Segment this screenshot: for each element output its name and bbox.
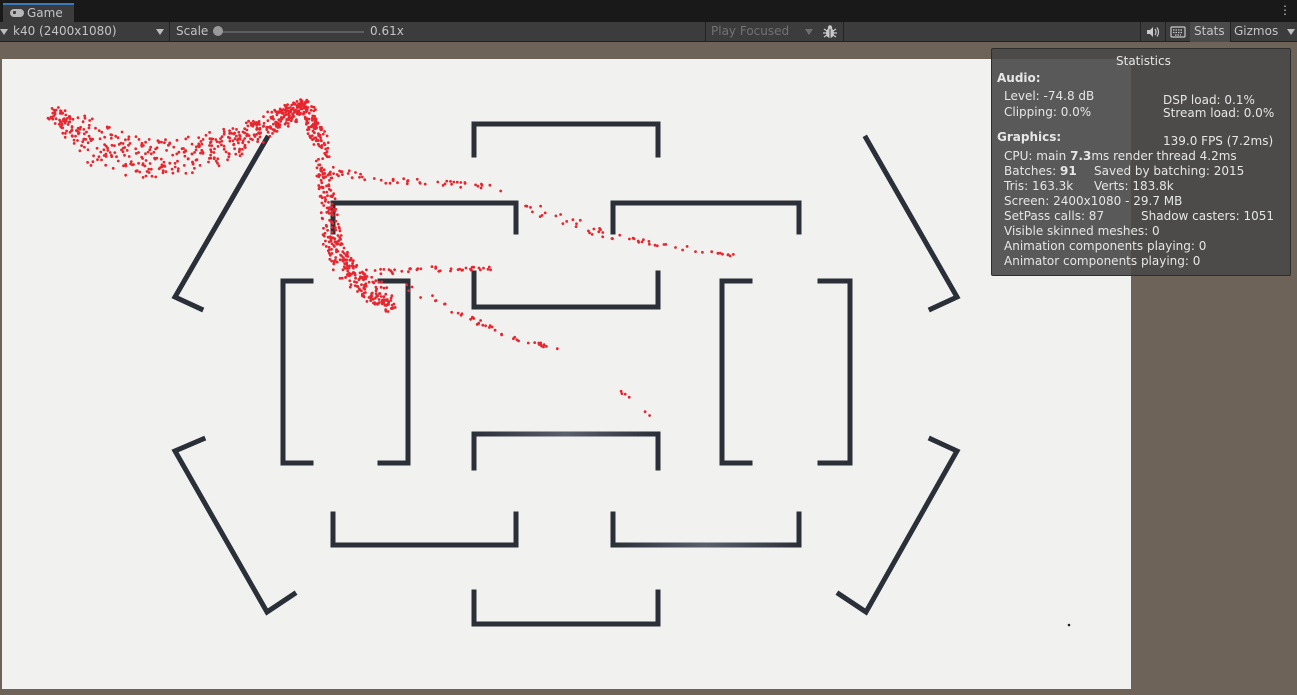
graphics-header: Graphics: bbox=[997, 130, 1062, 144]
particle-swarm bbox=[46, 98, 735, 417]
divider bbox=[1230, 22, 1231, 42]
divider bbox=[1140, 22, 1141, 42]
play-mode-dropdown[interactable]: Play Focused bbox=[711, 22, 789, 42]
frame-outer-bottom-left bbox=[171, 435, 298, 616]
audio-clipping: Clipping: 0.0% bbox=[1004, 105, 1092, 119]
bug-icon[interactable] bbox=[820, 22, 840, 42]
screen-readout: Screen: 2400x1080 - 29.7 MB bbox=[1004, 194, 1183, 208]
setpass-readout: SetPass calls: 87 bbox=[1004, 209, 1105, 223]
keyboard-icon[interactable] bbox=[1168, 22, 1188, 42]
stats-toggle-button[interactable]: Stats bbox=[1190, 22, 1230, 42]
skinned-meshes-readout: Visible skinned meshes: 0 bbox=[1004, 224, 1160, 238]
tab-game-label: Game bbox=[27, 6, 63, 20]
resolution-chevron-down-icon[interactable] bbox=[156, 29, 164, 35]
speaker-icon[interactable] bbox=[1143, 22, 1163, 42]
scene-render bbox=[46, 98, 1071, 627]
scale-label: Scale bbox=[176, 24, 209, 38]
shadow-casters-readout: Shadow casters: 1051 bbox=[1141, 209, 1275, 223]
scale-value: 0.61x bbox=[370, 24, 404, 38]
batches-readout: Batches: 91 bbox=[1004, 164, 1077, 178]
cpu-readout: CPU: main 7.3ms render thread 4.2ms bbox=[1004, 149, 1237, 163]
fps-readout: 139.0 FPS (7.2ms) bbox=[1163, 134, 1274, 148]
audio-header: Audio: bbox=[997, 71, 1041, 85]
frame-left-open bbox=[280, 278, 314, 466]
gizmos-chevron-down-icon[interactable] bbox=[1287, 29, 1295, 35]
game-viewport[interactable] bbox=[2, 59, 1131, 689]
gizmos-button[interactable]: Gizmos bbox=[1234, 22, 1278, 42]
tris-readout: Tris: 163.3k bbox=[1004, 179, 1074, 193]
tab-bar: Game ⋮ bbox=[0, 0, 1297, 22]
animator-components-readout: Animator components playing: 0 bbox=[1004, 254, 1201, 268]
frame-upper-right bbox=[610, 200, 802, 235]
divider bbox=[1165, 22, 1166, 42]
scene-marker bbox=[1067, 623, 1071, 627]
scale-slider[interactable] bbox=[218, 31, 364, 33]
saved-by-batching: Saved by batching: 2015 bbox=[1094, 164, 1245, 178]
resolution-dropdown[interactable]: k40 (2400x1080) bbox=[13, 22, 117, 42]
frame-lower-left bbox=[330, 511, 519, 548]
tab-game[interactable]: Game bbox=[3, 3, 74, 22]
scale-slider-handle[interactable] bbox=[213, 26, 223, 36]
kebab-menu-icon[interactable]: ⋮ bbox=[1279, 4, 1291, 16]
gamepad-icon bbox=[10, 9, 24, 17]
stream-load: Stream load: 0.0% bbox=[1163, 106, 1275, 120]
animation-components-readout: Animation components playing: 0 bbox=[1004, 239, 1207, 253]
bracket-frames bbox=[171, 121, 961, 627]
frame-outer-bottom-right bbox=[835, 435, 961, 616]
frame-center-upper bbox=[471, 270, 661, 310]
verts-readout: Verts: 183.8k bbox=[1094, 179, 1174, 193]
divider bbox=[843, 22, 844, 42]
play-mode-chevron-down-icon[interactable] bbox=[805, 29, 813, 35]
frame-right-close bbox=[817, 278, 853, 466]
frame-bottom-middle bbox=[471, 589, 661, 627]
frame-right-open bbox=[719, 278, 753, 466]
frame-outer-top-right bbox=[862, 134, 961, 313]
divider bbox=[705, 22, 706, 42]
game-toolbar: k40 (2400x1080) Scale 0.61x Play Focused… bbox=[0, 22, 1297, 42]
frame-upper-left bbox=[330, 200, 519, 235]
frame-top-middle bbox=[471, 121, 661, 158]
frame-lower-right bbox=[610, 511, 802, 548]
stats-title: Statistics bbox=[1116, 54, 1171, 68]
divider bbox=[169, 22, 170, 42]
display-dropdown-arrow-icon[interactable] bbox=[0, 29, 8, 35]
dsp-load: DSP load: 0.1% bbox=[1163, 93, 1255, 107]
frame-outer-top-left bbox=[171, 134, 271, 313]
audio-level: Level: -74.8 dB bbox=[1004, 89, 1095, 103]
statistics-panel: Statistics Audio: Level: -74.8 dB DSP lo… bbox=[991, 48, 1291, 276]
frame-center-lower bbox=[471, 431, 661, 471]
